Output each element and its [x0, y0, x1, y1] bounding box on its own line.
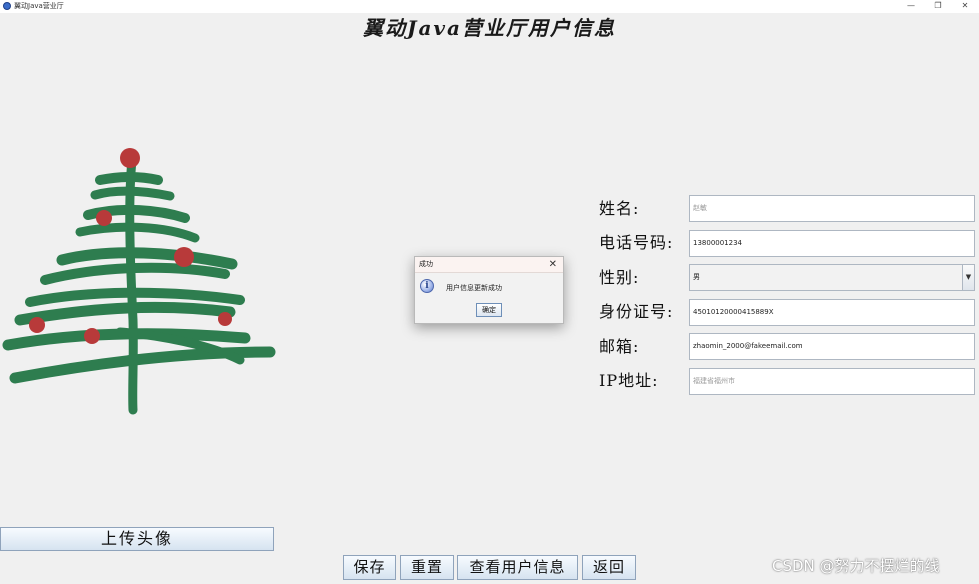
dialog-title: 成功: [419, 260, 433, 268]
back-button[interactable]: 返回: [582, 555, 636, 580]
close-icon[interactable]: ✕: [549, 257, 557, 272]
page-title: 翼动Java营业厅用户信息: [362, 16, 616, 40]
dialog-titlebar: 成功 ✕: [415, 257, 563, 273]
avatar: [0, 140, 290, 430]
reset-button[interactable]: 重置: [400, 555, 454, 580]
gender-select[interactable]: 男 ▼: [689, 264, 975, 291]
ip-field[interactable]: 福建省福州市: [689, 368, 975, 395]
phone-label: 电话号码:: [599, 233, 674, 252]
success-dialog: 成功 ✕ i 用户信息更新成功 确定: [414, 256, 564, 324]
email-label: 邮箱:: [599, 337, 640, 356]
id-card-label: 身份证号:: [599, 302, 674, 321]
christmas-tree-image: [2, 148, 276, 415]
chevron-down-icon[interactable]: ▼: [962, 265, 974, 290]
gender-label: 性别:: [599, 268, 640, 287]
ok-button[interactable]: 确定: [476, 303, 502, 317]
id-card-field[interactable]: 450101200004158​89X: [689, 299, 975, 326]
ip-label: IP地址:: [599, 371, 659, 390]
phone-field[interactable]: 13800001234: [689, 230, 975, 257]
app-icon: [3, 2, 11, 10]
watermark: CSDN @努力不摆烂的线: [772, 557, 940, 575]
info-icon: i: [420, 279, 434, 293]
window-title: 翼动Java营业厅: [14, 2, 64, 10]
email-field[interactable]: zhaomin_2000@fakeemail.com: [689, 333, 975, 360]
view-user-info-button[interactable]: 查看用户信息: [457, 555, 578, 580]
name-label: 姓名:: [599, 199, 640, 218]
name-field[interactable]: 赵敏: [689, 195, 975, 222]
dialog-message: 用户信息更新成功: [446, 284, 502, 292]
save-button[interactable]: 保存: [343, 555, 396, 580]
tree-branches: [2, 155, 276, 415]
upload-avatar-button[interactable]: 上传头像: [0, 527, 274, 551]
gender-select-value: 男: [693, 273, 700, 281]
